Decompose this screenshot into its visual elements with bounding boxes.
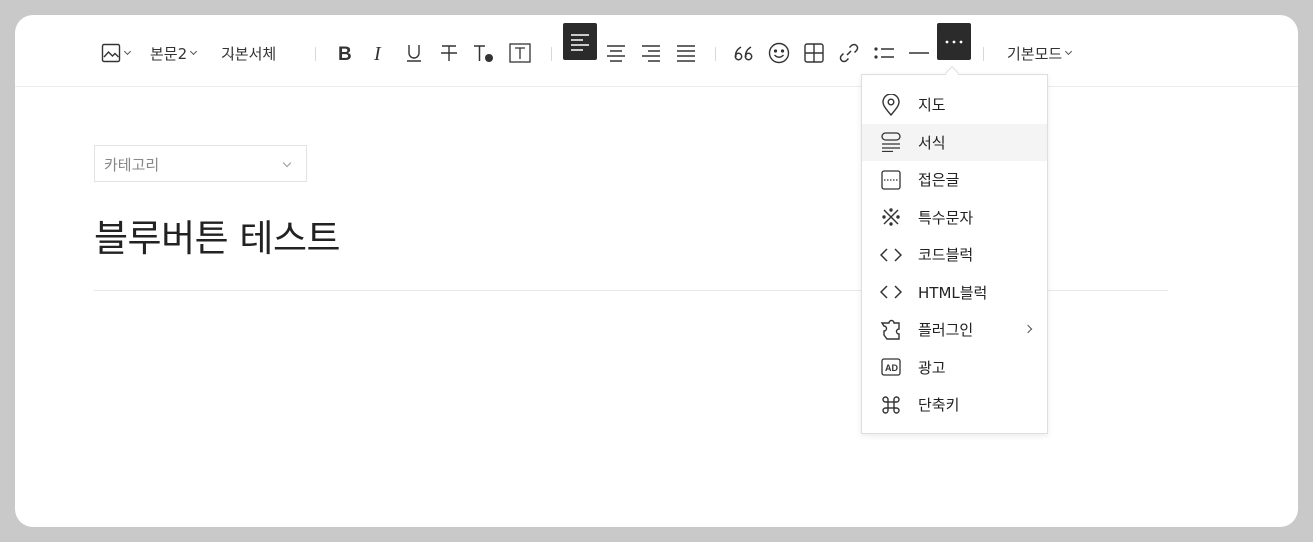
plugin-icon (880, 319, 902, 341)
menu-item-template[interactable]: 서식 (862, 123, 1047, 161)
emoji-button[interactable] (765, 39, 793, 67)
post-title[interactable]: 블루버튼 테스트 (94, 208, 341, 262)
bold-button[interactable]: B (331, 39, 359, 67)
editor-mode-dropdown[interactable]: 기본모드 (1007, 39, 1073, 67)
chevron-down-icon (123, 47, 131, 56)
horizontal-rule-icon (909, 52, 929, 54)
menu-item-label: 지도 (918, 96, 946, 115)
quote-button[interactable] (730, 39, 758, 67)
menu-item-shortcuts[interactable]: 단축키 (862, 386, 1047, 424)
strikethrough-icon (441, 45, 457, 61)
align-left-icon (571, 33, 589, 51)
strikethrough-button[interactable] (435, 39, 463, 67)
link-icon (839, 43, 859, 63)
chevron-down-icon (190, 47, 198, 56)
align-center-button[interactable] (602, 39, 630, 67)
emoji-icon (768, 42, 790, 64)
paragraph-style-label: 본문2 (150, 44, 188, 63)
underline-icon (407, 45, 421, 62)
italic-button[interactable]: I (365, 39, 393, 67)
toolbar-divider (983, 47, 984, 61)
category-select[interactable]: 카테고리 (94, 145, 307, 182)
menu-item-special-char[interactable]: 특수문자 (862, 199, 1047, 237)
menu-item-label: 서식 (918, 133, 946, 152)
chevron-down-icon (1065, 47, 1073, 56)
horizontal-rule-button[interactable] (905, 39, 933, 67)
editor-mode-label: 기본모드 (1007, 44, 1063, 63)
bold-icon: B (338, 44, 352, 62)
editor-toolbar: 본문2 기본서체 B I 기본모드 (15, 15, 1298, 87)
table-icon (804, 43, 824, 63)
menu-item-label: 플러그인 (918, 321, 974, 340)
bullet-list-icon (874, 47, 894, 59)
chevron-down-icon (282, 158, 292, 168)
editor-card: 본문2 기본서체 B I 기본모드 카테고리 블루버튼 테스트 지도 서식 접은… (15, 15, 1298, 527)
special-char-icon (880, 206, 902, 228)
menu-item-label: HTML블럭 (918, 283, 988, 302)
menu-item-plugin[interactable]: 플러그인 (862, 311, 1047, 349)
text-color-button[interactable] (470, 39, 498, 67)
chevron-right-icon (1023, 324, 1033, 334)
paragraph-style-dropdown[interactable]: 본문2 (150, 39, 198, 67)
image-insert-button[interactable] (98, 39, 132, 67)
menu-item-label: 특수문자 (918, 208, 974, 227)
menu-item-label: 접은글 (918, 171, 960, 190)
toolbar-divider (715, 47, 716, 61)
toolbar-divider (551, 47, 552, 61)
svg-text:B: B (338, 44, 352, 62)
more-button[interactable] (937, 23, 971, 60)
ad-icon: AD (880, 356, 902, 378)
text-background-button[interactable] (506, 39, 534, 67)
align-right-button[interactable] (637, 39, 665, 67)
underline-button[interactable] (400, 39, 428, 67)
menu-item-code-block[interactable]: 코드블럭 (862, 236, 1047, 274)
menu-item-html-block[interactable]: HTML블럭 (862, 274, 1047, 312)
fold-icon (880, 169, 902, 191)
menu-item-ad[interactable]: AD 광고 (862, 349, 1047, 387)
align-center-icon (607, 45, 625, 62)
menu-item-fold[interactable]: 접은글 (862, 161, 1047, 199)
html-icon (880, 281, 902, 303)
menu-item-label: 코드블럭 (918, 246, 974, 265)
italic-icon: I (373, 44, 382, 62)
table-button[interactable] (800, 39, 828, 67)
template-icon (880, 131, 902, 153)
menu-item-label: 광고 (918, 358, 946, 377)
bullet-list-button[interactable] (870, 39, 898, 67)
quote-icon (734, 46, 753, 61)
more-icon (945, 40, 963, 43)
svg-text:AD: AD (885, 363, 898, 373)
code-icon (880, 244, 902, 266)
image-icon (101, 43, 120, 63)
command-icon (880, 394, 902, 416)
menu-item-map[interactable]: 지도 (862, 86, 1047, 124)
align-left-button[interactable] (563, 23, 597, 60)
category-placeholder: 카테고리 (104, 156, 160, 174)
text-background-icon (509, 43, 531, 63)
more-menu: 지도 서식 접은글 특수문자 코드블럭 HTML블럭 플러그인 AD 광고 단축… (861, 74, 1048, 434)
text-color-icon (474, 45, 493, 62)
map-pin-icon (880, 93, 902, 116)
toolbar-divider (315, 47, 316, 61)
link-button[interactable] (835, 39, 863, 67)
align-justify-button[interactable] (672, 39, 700, 67)
align-justify-icon (677, 45, 695, 62)
menu-item-label: 단축키 (918, 396, 960, 415)
align-right-icon (642, 45, 660, 62)
svg-text:I: I (373, 44, 382, 62)
